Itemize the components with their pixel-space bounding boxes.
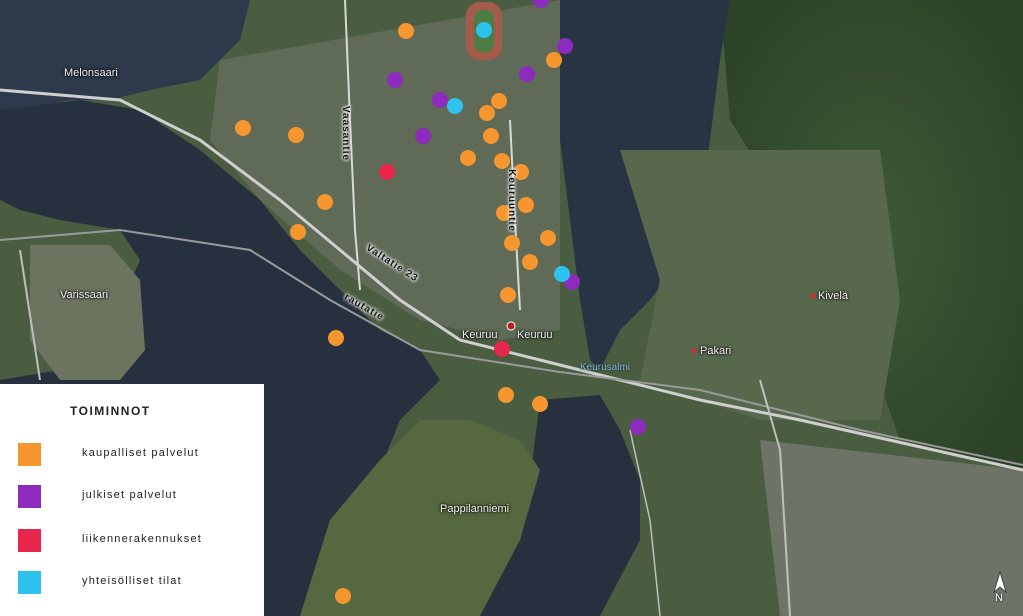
marker-commercial bbox=[479, 105, 495, 121]
marker-transport bbox=[379, 164, 395, 180]
marker-commercial bbox=[328, 330, 344, 346]
marker-commercial bbox=[335, 588, 351, 604]
label-pappilanniemi: Pappilanniemi bbox=[440, 503, 510, 515]
label-keuruuntie: Keuruuntie bbox=[505, 169, 517, 232]
east-residential bbox=[620, 150, 900, 420]
marker-commercial bbox=[483, 128, 499, 144]
legend-panel: TOIMINNOT kaupalliset palvelut julkiset … bbox=[0, 384, 264, 616]
label-keuruu-a: Keuruu bbox=[462, 329, 498, 341]
marker-community bbox=[554, 266, 570, 282]
marker-community bbox=[447, 98, 463, 114]
legend-swatch-public bbox=[18, 485, 41, 508]
marker-commercial bbox=[317, 194, 333, 210]
label-varissaari: Varissaari bbox=[60, 289, 109, 301]
marker-transport bbox=[494, 341, 510, 357]
marker-public bbox=[519, 66, 535, 82]
legend-swatch-community bbox=[18, 571, 41, 594]
keuruu-location-pin bbox=[506, 321, 516, 331]
marker-commercial bbox=[546, 52, 562, 68]
label-keuruu-b: Keuruu bbox=[517, 329, 553, 341]
marker-commercial bbox=[498, 387, 514, 403]
label-kivela: Kivelä bbox=[818, 290, 848, 302]
marker-commercial bbox=[398, 23, 414, 39]
marker-commercial bbox=[504, 235, 520, 251]
legend-label: liikennerakennukset bbox=[82, 533, 203, 545]
marker-commercial bbox=[460, 150, 476, 166]
legend-title: TOIMINNOT bbox=[70, 404, 151, 418]
label-vaasantie: Vaasantie bbox=[340, 105, 352, 162]
label-keurusalmi: Keurusalmi bbox=[580, 362, 631, 373]
north-label: N bbox=[995, 592, 1003, 604]
industrial-southeast bbox=[760, 440, 1023, 616]
marker-public bbox=[432, 92, 448, 108]
label-pakari: Pakari bbox=[700, 345, 732, 357]
marker-commercial bbox=[290, 224, 306, 240]
legend-swatch-commercial bbox=[18, 443, 41, 466]
marker-public bbox=[630, 419, 646, 435]
marker-commercial bbox=[540, 230, 556, 246]
marker-commercial bbox=[532, 396, 548, 412]
marker-commercial bbox=[491, 93, 507, 109]
marker-public bbox=[387, 72, 403, 88]
north-arrow: N bbox=[990, 570, 1010, 610]
marker-commercial bbox=[235, 120, 251, 136]
marker-community bbox=[476, 22, 492, 38]
legend-label: yhteisölliset tilat bbox=[82, 575, 182, 587]
marker-commercial bbox=[288, 127, 304, 143]
marker-commercial bbox=[522, 254, 538, 270]
marker-public bbox=[557, 38, 573, 54]
marker-commercial bbox=[518, 197, 534, 213]
marker-commercial bbox=[494, 153, 510, 169]
label-melonsaari: Melonsaari bbox=[64, 67, 118, 79]
legend-label: kaupalliset palvelut bbox=[82, 447, 199, 459]
pakari-dot bbox=[691, 348, 697, 354]
marker-commercial bbox=[500, 287, 516, 303]
marker-public bbox=[415, 128, 431, 144]
north-arrow-icon bbox=[993, 570, 1007, 594]
kivela-dot bbox=[810, 293, 816, 299]
legend-swatch-transport bbox=[18, 529, 41, 552]
legend-label: julkiset palvelut bbox=[82, 489, 177, 501]
